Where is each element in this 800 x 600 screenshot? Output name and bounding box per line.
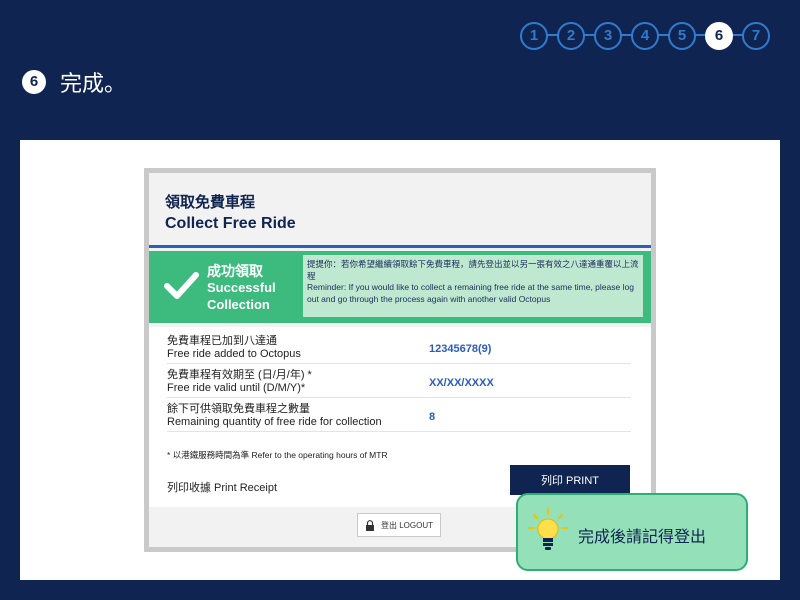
reminder-box: 提提你：若你希望繼續領取餘下免費車程，請先登出並以另一張有效之八達通重覆以上流程…	[303, 255, 643, 317]
row-label-en: Free ride valid until (D/M/Y)*	[167, 382, 306, 394]
step-2: 2	[557, 22, 585, 50]
step-5: 5	[668, 22, 696, 50]
status-zh: 成功領取	[207, 263, 263, 279]
step-number-badge: 6	[22, 70, 46, 94]
tip-text: 完成後請記得登出	[578, 529, 707, 546]
step-7: 7	[742, 22, 770, 50]
card-header: 領取免費車程 Collect Free Ride	[149, 173, 651, 248]
valid-until-date: XX/XX/XXXX	[429, 377, 494, 389]
step-3: 3	[594, 22, 622, 50]
info-row-octopus: 免費車程已加到八達通 Free ride added to Octopus 12…	[167, 331, 631, 364]
row-label-zh: 餘下可供領取免費車程之數量	[167, 403, 310, 415]
kiosk-screen: 領取免費車程 Collect Free Ride 成功領取 Successful…	[149, 173, 651, 547]
page-title: 完成。	[60, 71, 127, 96]
tip-callout: 完成後請記得登出	[516, 493, 748, 571]
card-title-en: Collect Free Ride	[165, 215, 296, 232]
card-title-zh: 領取免費車程	[165, 194, 256, 211]
reminder-zh: 提提你：若你希望繼續領取餘下免費車程，請先登出並以另一張有效之八達通重覆以上流程	[307, 259, 639, 281]
status-en: Successful Collection	[207, 280, 276, 312]
step-4: 4	[631, 22, 659, 50]
page-heading: 6 完成。	[22, 66, 126, 98]
step-6-current: 6	[705, 22, 733, 50]
success-banner: 成功領取 Successful Collection 提提你：若你希望繼續領取餘…	[149, 251, 651, 323]
reminder-en: Reminder: If you would like to collect a…	[307, 282, 634, 304]
logout-button[interactable]: 登出 LOGOUT	[357, 513, 441, 537]
footnote: * 以港鐵服務時間為準 Refer to the operating hours…	[167, 450, 388, 460]
row-label: 餘下可供領取免費車程之數量 Remaining quantity of free…	[167, 403, 382, 429]
row-label: 免費車程有效期至 (日/月/年) * Free ride valid until…	[167, 369, 312, 395]
checkmark-icon	[164, 272, 199, 299]
print-button[interactable]: 列印 PRINT	[510, 465, 630, 495]
lightbulb-icon	[528, 508, 568, 550]
info-row-valid-until: 免費車程有效期至 (日/月/年) * Free ride valid until…	[167, 365, 631, 398]
step-1: 1	[520, 22, 548, 50]
print-receipt-label: 列印收據 Print Receipt	[167, 482, 278, 494]
info-row-remaining: 餘下可供領取免費車程之數量 Remaining quantity of free…	[167, 399, 631, 432]
row-label: 免費車程已加到八達通 Free ride added to Octopus	[167, 335, 301, 361]
row-label-zh: 免費車程有效期至 (日/月/年) *	[167, 369, 312, 381]
remaining-count: 8	[429, 411, 436, 423]
row-label-en: Free ride added to Octopus	[167, 348, 301, 360]
logout-label: 登出 LOGOUT	[380, 520, 433, 530]
ride-info: 免費車程已加到八達通 Free ride added to Octopus 12…	[149, 327, 651, 507]
row-label-en: Remaining quantity of free ride for coll…	[167, 416, 382, 428]
row-label-zh: 免費車程已加到八達通	[167, 335, 277, 347]
octopus-number: 12345678(9)	[429, 343, 492, 355]
step-indicator: 1 2 3 4 5 6 7	[520, 20, 780, 50]
lock-icon	[365, 519, 374, 531]
